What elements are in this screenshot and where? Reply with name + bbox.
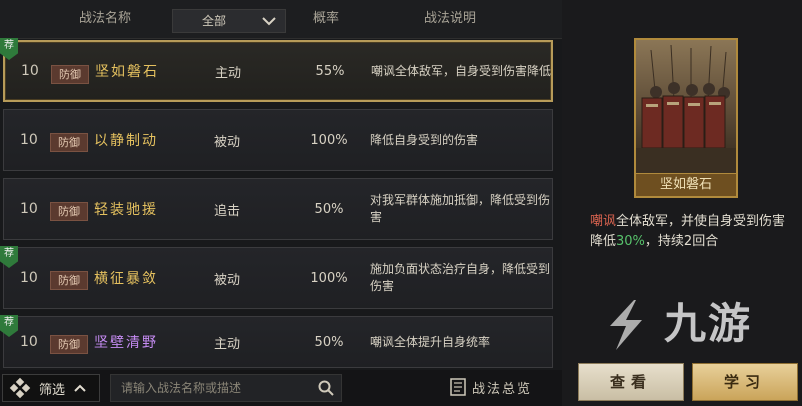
tactic-desc: 嘲讽全体敌军，自身受到伤害降低 — [371, 63, 552, 78]
tactic-row-qingzhuangchiyuan[interactable]: 10 防御 轻装驰援 追击 50% 对我军群体施加抵御，降低受到伤害 — [3, 178, 553, 240]
tactic-type: 被动 — [213, 272, 240, 288]
tactic-tag: 防御 — [50, 202, 88, 221]
tactic-tag: 防御 — [50, 271, 88, 290]
tactic-rate: 100% — [310, 132, 348, 148]
detail-keyword: 嘲讽 — [590, 214, 617, 229]
jiuyou-watermark: 九游 — [596, 296, 772, 354]
tactic-desc: 对我军群体施加抵御，降低受到伤害 — [370, 193, 551, 224]
watermark-text: 九游 — [664, 299, 753, 348]
tactic-level: 10 — [20, 201, 38, 217]
tactic-rate: 50% — [314, 201, 344, 217]
chevron-down-icon — [262, 17, 276, 26]
tactic-desc: 嘲讽全体提升自身统率 — [370, 334, 491, 349]
tactic-tag: 防御 — [50, 335, 88, 354]
tactic-name: 坚如磐石 — [95, 64, 159, 80]
detail-value: 30% — [616, 234, 645, 249]
tactic-type: 主动 — [213, 336, 240, 352]
soldiers-shield-wall-image — [636, 40, 736, 176]
filter-diamond-icon — [9, 377, 31, 399]
overview-label: 战法总览 — [472, 381, 533, 397]
header-rate: 概率 — [312, 11, 339, 26]
header-desc: 战法说明 — [423, 11, 476, 26]
tactic-name: 横征暴敛 — [94, 271, 158, 287]
tactic-name: 以静制动 — [94, 133, 158, 149]
tactic-level: 10 — [21, 63, 39, 79]
nine-game-logo-icon — [610, 300, 642, 350]
filter-selected-value: 全部 — [201, 14, 226, 28]
tactic-level: 10 — [20, 132, 38, 148]
search-box — [110, 374, 342, 402]
tactic-rate: 100% — [310, 270, 348, 286]
tactic-detail-description: 嘲讽全体敌军，并使自身受到伤害降低30%，持续2回合 — [590, 212, 790, 252]
tactic-type: 追击 — [213, 203, 240, 219]
detail-duration: ，持续2回合 — [644, 234, 719, 249]
tactic-card: 坚如磐石 — [634, 38, 738, 198]
tactic-type: 主动 — [214, 65, 241, 81]
tactic-rate: 50% — [314, 334, 344, 350]
tactic-name: 轻装驰援 — [94, 202, 158, 218]
list-header: 战法名称 全部 概率 战法说明 — [0, 0, 562, 39]
tactic-name: 坚壁清野 — [94, 335, 158, 351]
type-filter-dropdown[interactable]: 全部 — [172, 9, 286, 33]
tactic-row-yijingzhidong[interactable]: 10 防御 以静制动 被动 100% 降低自身受到的伤害 — [3, 109, 553, 171]
view-button[interactable]: 查看 — [578, 363, 684, 401]
tactic-row-jianbiqingye[interactable]: 10 防御 坚壁清野 主动 50% 嘲讽全体提升自身统率 — [3, 316, 553, 368]
tactic-tag: 防御 — [50, 133, 88, 152]
tactic-type: 被动 — [213, 134, 240, 150]
filter-button[interactable]: 筛选 — [2, 374, 100, 402]
tactic-desc: 施加负面状态治疗自身，降低受到伤害 — [370, 262, 551, 293]
tactic-overview-button[interactable]: 战法总览 — [450, 374, 532, 400]
tactic-level: 10 — [20, 334, 38, 350]
chevron-up-icon — [74, 384, 86, 392]
header-name: 战法名称 — [78, 11, 131, 26]
book-icon — [450, 378, 466, 396]
tactic-level: 10 — [20, 270, 38, 286]
learn-button[interactable]: 学习 — [692, 363, 798, 401]
tactic-tag: 防御 — [51, 65, 89, 84]
filter-label: 筛选 — [39, 382, 66, 398]
search-input[interactable] — [119, 378, 313, 398]
tactic-rate: 55% — [315, 63, 345, 79]
tactic-desc: 降低自身受到的伤害 — [370, 132, 479, 147]
tactic-list-panel: 战法名称 全部 概率 战法说明 荐 10 防御 坚如磐石 主动 55% 嘲讽全体… — [0, 0, 562, 406]
search-icon[interactable] — [317, 379, 335, 397]
tactic-row-jianrupanshi[interactable]: 10 防御 坚如磐石 主动 55% 嘲讽全体敌军，自身受到伤害降低 — [3, 40, 553, 102]
card-name: 坚如磐石 — [636, 173, 736, 196]
tactic-row-hengzhengbaolian[interactable]: 10 防御 横征暴敛 被动 100% 施加负面状态治疗自身，降低受到伤害 — [3, 247, 553, 309]
